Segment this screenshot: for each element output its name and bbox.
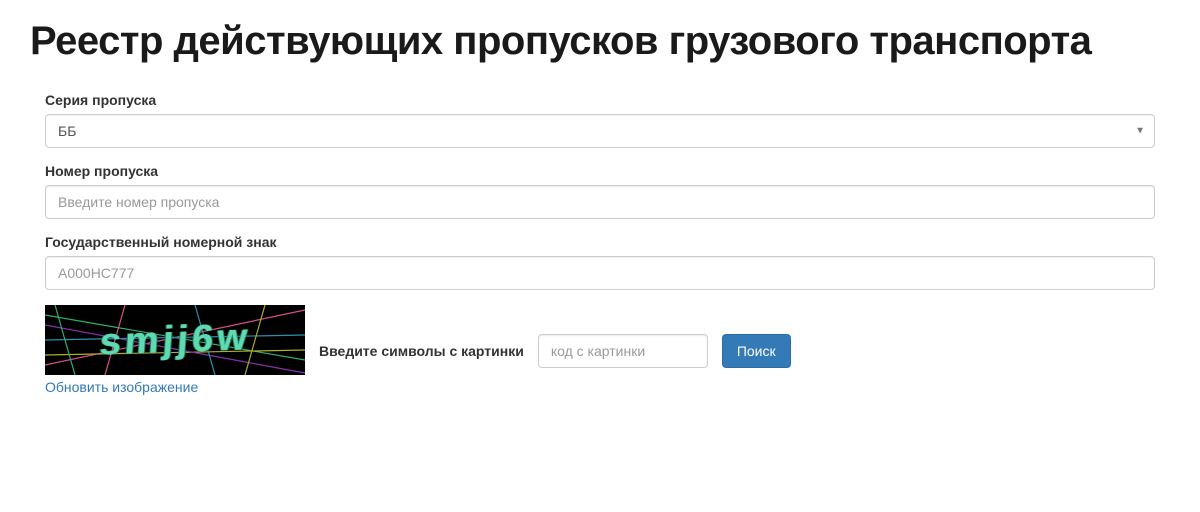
series-label: Серия пропуска (45, 92, 1155, 108)
captcha-row: smjj6w Обновить изображение Введите симв… (45, 305, 1155, 397)
number-input[interactable] (45, 185, 1155, 219)
captcha-prompt-label: Введите символы с картинки (319, 343, 524, 359)
captcha-input[interactable] (538, 334, 708, 368)
number-label: Номер пропуска (45, 163, 1155, 179)
captcha-text: smjj6w (98, 316, 252, 364)
number-group: Номер пропуска (45, 163, 1155, 219)
plate-group: Государственный номерной знак (45, 234, 1155, 290)
search-form: Серия пропуска ББ ▼ Номер пропуска Госуд… (30, 92, 1170, 397)
plate-input[interactable] (45, 256, 1155, 290)
series-select[interactable]: ББ ▼ (45, 114, 1155, 148)
plate-label: Государственный номерной знак (45, 234, 1155, 250)
series-selected-value: ББ (58, 123, 76, 139)
series-group: Серия пропуска ББ ▼ (45, 92, 1155, 148)
captcha-box: smjj6w Обновить изображение (45, 305, 305, 397)
captcha-refresh-link[interactable]: Обновить изображение (45, 379, 198, 395)
search-button[interactable]: Поиск (722, 334, 791, 368)
page-title: Реестр действующих пропусков грузового т… (30, 18, 1170, 64)
captcha-image: smjj6w (45, 305, 305, 375)
